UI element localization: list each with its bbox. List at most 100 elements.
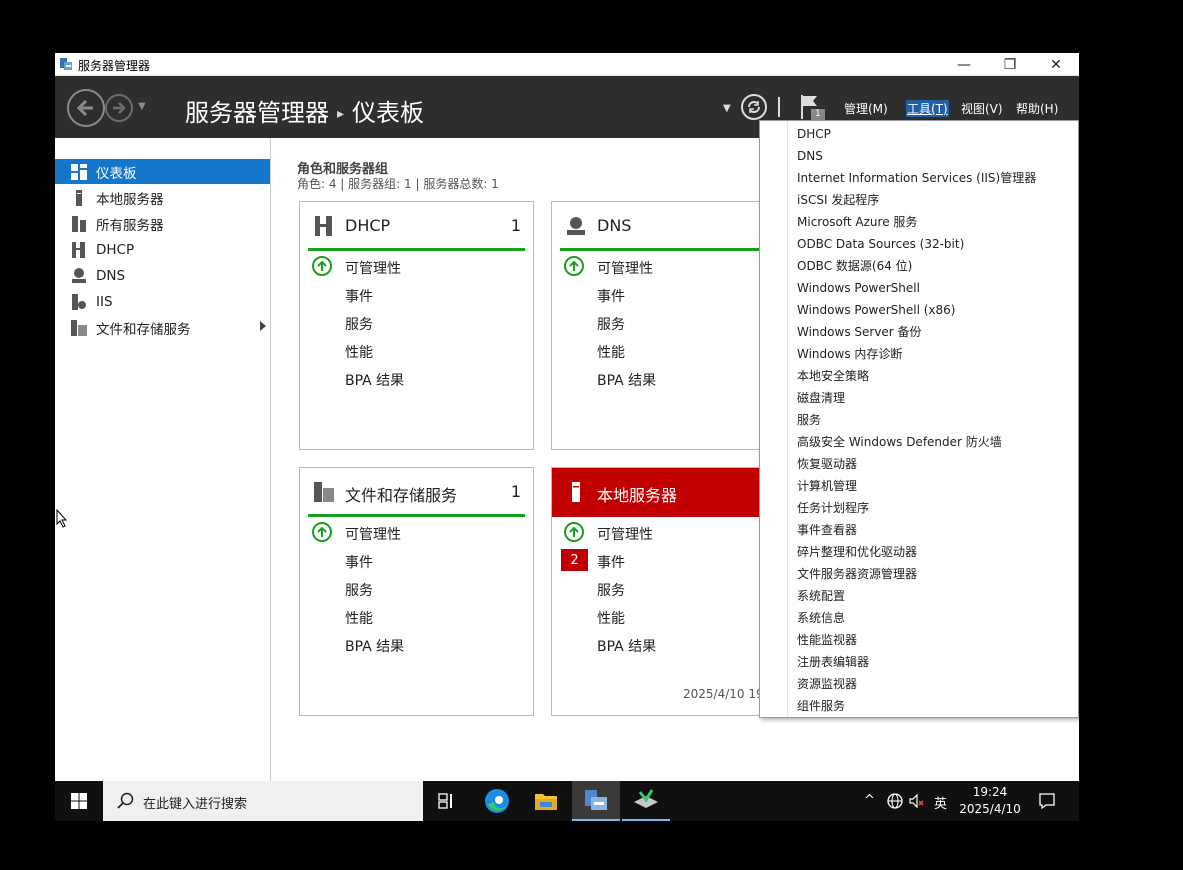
back-button[interactable] xyxy=(67,89,105,127)
forward-button[interactable] xyxy=(105,94,133,122)
tile-dns[interactable]: DNS 可管理性 事件 服务 性能 BPA 结果 xyxy=(551,201,786,450)
tools-item-odbc-64[interactable]: ODBC 数据源(64 位) xyxy=(797,255,912,277)
start-button[interactable] xyxy=(55,781,103,821)
sidebar-item-dns[interactable]: DNS xyxy=(55,263,270,288)
back-arrow-icon xyxy=(76,99,93,117)
tile-header[interactable]: DNS xyxy=(552,202,785,250)
tile-row-manageability[interactable]: 可管理性 xyxy=(552,520,785,546)
tools-item-memory-diagnostic[interactable]: Windows 内存诊断 xyxy=(797,343,902,365)
menu-manage[interactable]: 管理(M) xyxy=(844,100,888,117)
breadcrumb-separator-icon: ▸ xyxy=(337,106,345,122)
tools-item-task-scheduler[interactable]: 任务计划程序 xyxy=(797,497,869,519)
history-dropdown-icon[interactable]: ▼ xyxy=(138,101,146,112)
sidebar-item-dhcp[interactable]: DHCP xyxy=(55,237,270,262)
tools-item-registry-editor[interactable]: 注册表编辑器 xyxy=(797,651,869,673)
tile-row-bpa[interactable]: BPA 结果 xyxy=(300,632,533,658)
taskbar-clock[interactable]: 19:24 2025/4/10 xyxy=(950,784,1030,818)
input-method-indicator[interactable]: 英 xyxy=(934,793,947,812)
sidebar-item-dashboard[interactable]: 仪表板 xyxy=(55,159,270,184)
tile-row-events[interactable]: 事件 xyxy=(552,282,785,308)
tools-item-server-backup[interactable]: Windows Server 备份 xyxy=(797,321,922,343)
iis-icon xyxy=(70,293,88,311)
dhcp-icon xyxy=(315,216,332,236)
tile-row-manageability[interactable]: 可管理性 xyxy=(300,520,533,546)
title-bar[interactable]: 服务器管理器 — ❐ ✕ xyxy=(55,53,1079,76)
close-button[interactable]: ✕ xyxy=(1033,53,1079,76)
tools-item-resource-monitor[interactable]: 资源监视器 xyxy=(797,673,857,695)
sidebar-item-label: 所有服务器 xyxy=(96,217,164,234)
tile-file-storage[interactable]: 文件和存储服务 1 可管理性 事件 服务 性能 BPA 结果 xyxy=(299,467,534,716)
taskbar-server-manager[interactable] xyxy=(572,781,620,821)
sidebar-item-local-server[interactable]: 本地服务器 xyxy=(55,185,270,210)
tile-dhcp[interactable]: DHCP 1 可管理性 事件 服务 性能 BPA 结果 xyxy=(299,201,534,450)
tools-item-powershell[interactable]: Windows PowerShell xyxy=(797,277,920,299)
tools-item-dns[interactable]: DNS xyxy=(797,145,823,167)
status-bar xyxy=(560,248,777,251)
tile-row-performance[interactable]: 性能 xyxy=(552,338,785,364)
tile-header[interactable]: 本地服务器 xyxy=(552,468,785,517)
tools-item-iis-manager[interactable]: Internet Information Services (IIS)管理器 xyxy=(797,167,1036,189)
menu-view[interactable]: 视图(V) xyxy=(961,100,1003,117)
refresh-button[interactable] xyxy=(741,94,767,120)
tile-row-events[interactable]: 事件 xyxy=(300,282,533,308)
tile-row-services[interactable]: 服务 xyxy=(300,310,533,336)
show-hidden-icons-icon[interactable]: ^ xyxy=(864,793,875,808)
sidebar-item-file-storage[interactable]: 文件和存储服务 xyxy=(55,315,270,340)
tile-timestamp: 2025/4/10 19 xyxy=(683,687,764,701)
expand-arrow-icon[interactable] xyxy=(260,321,266,331)
tools-item-odbc-32[interactable]: ODBC Data Sources (32-bit) xyxy=(797,233,964,255)
tools-item-system-configuration[interactable]: 系统配置 xyxy=(797,585,845,607)
tile-row-performance[interactable]: 性能 xyxy=(552,604,785,630)
minimize-button[interactable]: — xyxy=(941,53,987,76)
tools-item-fsrm[interactable]: 文件服务器资源管理器 xyxy=(797,563,917,585)
taskbar-file-explorer[interactable] xyxy=(522,781,570,821)
tile-row-services[interactable]: 服务 xyxy=(300,576,533,602)
tools-item-computer-management[interactable]: 计算机管理 xyxy=(797,475,857,497)
taskbar-edge[interactable] xyxy=(473,781,521,821)
tools-item-event-viewer[interactable]: 事件查看器 xyxy=(797,519,857,541)
tools-item-firewall[interactable]: 高级安全 Windows Defender 防火墙 xyxy=(797,431,1002,453)
network-globe-icon[interactable] xyxy=(886,792,904,810)
taskbar-app[interactable] xyxy=(622,781,670,821)
tools-item-defrag[interactable]: 碎片整理和优化驱动器 xyxy=(797,541,917,563)
tile-row-performance[interactable]: 性能 xyxy=(300,604,533,630)
menu-tools[interactable]: 工具(T) xyxy=(906,100,949,117)
tools-item-recovery-drive[interactable]: 恢复驱动器 xyxy=(797,453,857,475)
tile-row-bpa[interactable]: BPA 结果 xyxy=(300,366,533,392)
sidebar-item-all-servers[interactable]: 所有服务器 xyxy=(55,211,270,236)
tools-item-dhcp[interactable]: DHCP xyxy=(797,123,831,145)
tile-row-events[interactable]: 事件 xyxy=(300,548,533,574)
server-icon xyxy=(572,482,580,502)
tools-item-local-security-policy[interactable]: 本地安全策略 xyxy=(797,365,869,387)
task-view-button[interactable] xyxy=(423,781,471,821)
notifications-button[interactable]: 1 xyxy=(799,93,829,123)
tools-item-iscsi[interactable]: iSCSI 发起程序 xyxy=(797,189,879,211)
row-label: 可管理性 xyxy=(597,261,653,277)
tools-item-performance-monitor[interactable]: 性能监视器 xyxy=(797,629,857,651)
tools-item-system-information[interactable]: 系统信息 xyxy=(797,607,845,629)
tools-item-component-services[interactable]: 组件服务 xyxy=(797,695,845,717)
tile-header[interactable]: DHCP 1 xyxy=(300,202,533,250)
restore-button[interactable]: ❐ xyxy=(987,53,1033,76)
tile-row-manageability[interactable]: 可管理性 xyxy=(300,254,533,280)
tools-item-services[interactable]: 服务 xyxy=(797,409,821,431)
menu-help[interactable]: 帮助(H) xyxy=(1016,100,1058,117)
volume-muted-icon[interactable] xyxy=(908,792,926,810)
notification-center-icon[interactable] xyxy=(1038,792,1056,810)
taskbar-search-box[interactable]: 在此键入进行搜索 xyxy=(103,781,423,821)
tools-item-powershell-x86[interactable]: Windows PowerShell (x86) xyxy=(797,299,955,321)
tile-header[interactable]: 文件和存储服务 1 xyxy=(300,468,533,516)
tools-item-azure[interactable]: Microsoft Azure 服务 xyxy=(797,211,917,233)
tile-row-bpa[interactable]: BPA 结果 xyxy=(552,632,785,658)
tile-row-events[interactable]: 2 事件 xyxy=(552,548,785,574)
tile-row-services[interactable]: 服务 xyxy=(552,310,785,336)
tile-local-server[interactable]: 本地服务器 可管理性 2 事件 服务 性能 BPA 结果 2025/4/10 19 xyxy=(551,467,786,716)
tile-row-manageability[interactable]: 可管理性 xyxy=(552,254,785,280)
breadcrumb-root[interactable]: 服务器管理器 xyxy=(185,99,329,127)
breadcrumb-dropdown-icon[interactable]: ▼ xyxy=(723,103,731,114)
tile-row-performance[interactable]: 性能 xyxy=(300,338,533,364)
tile-row-services[interactable]: 服务 xyxy=(552,576,785,602)
sidebar-item-iis[interactable]: IIS xyxy=(55,289,270,314)
tile-row-bpa[interactable]: BPA 结果 xyxy=(552,366,785,392)
tools-item-disk-cleanup[interactable]: 磁盘清理 xyxy=(797,387,845,409)
